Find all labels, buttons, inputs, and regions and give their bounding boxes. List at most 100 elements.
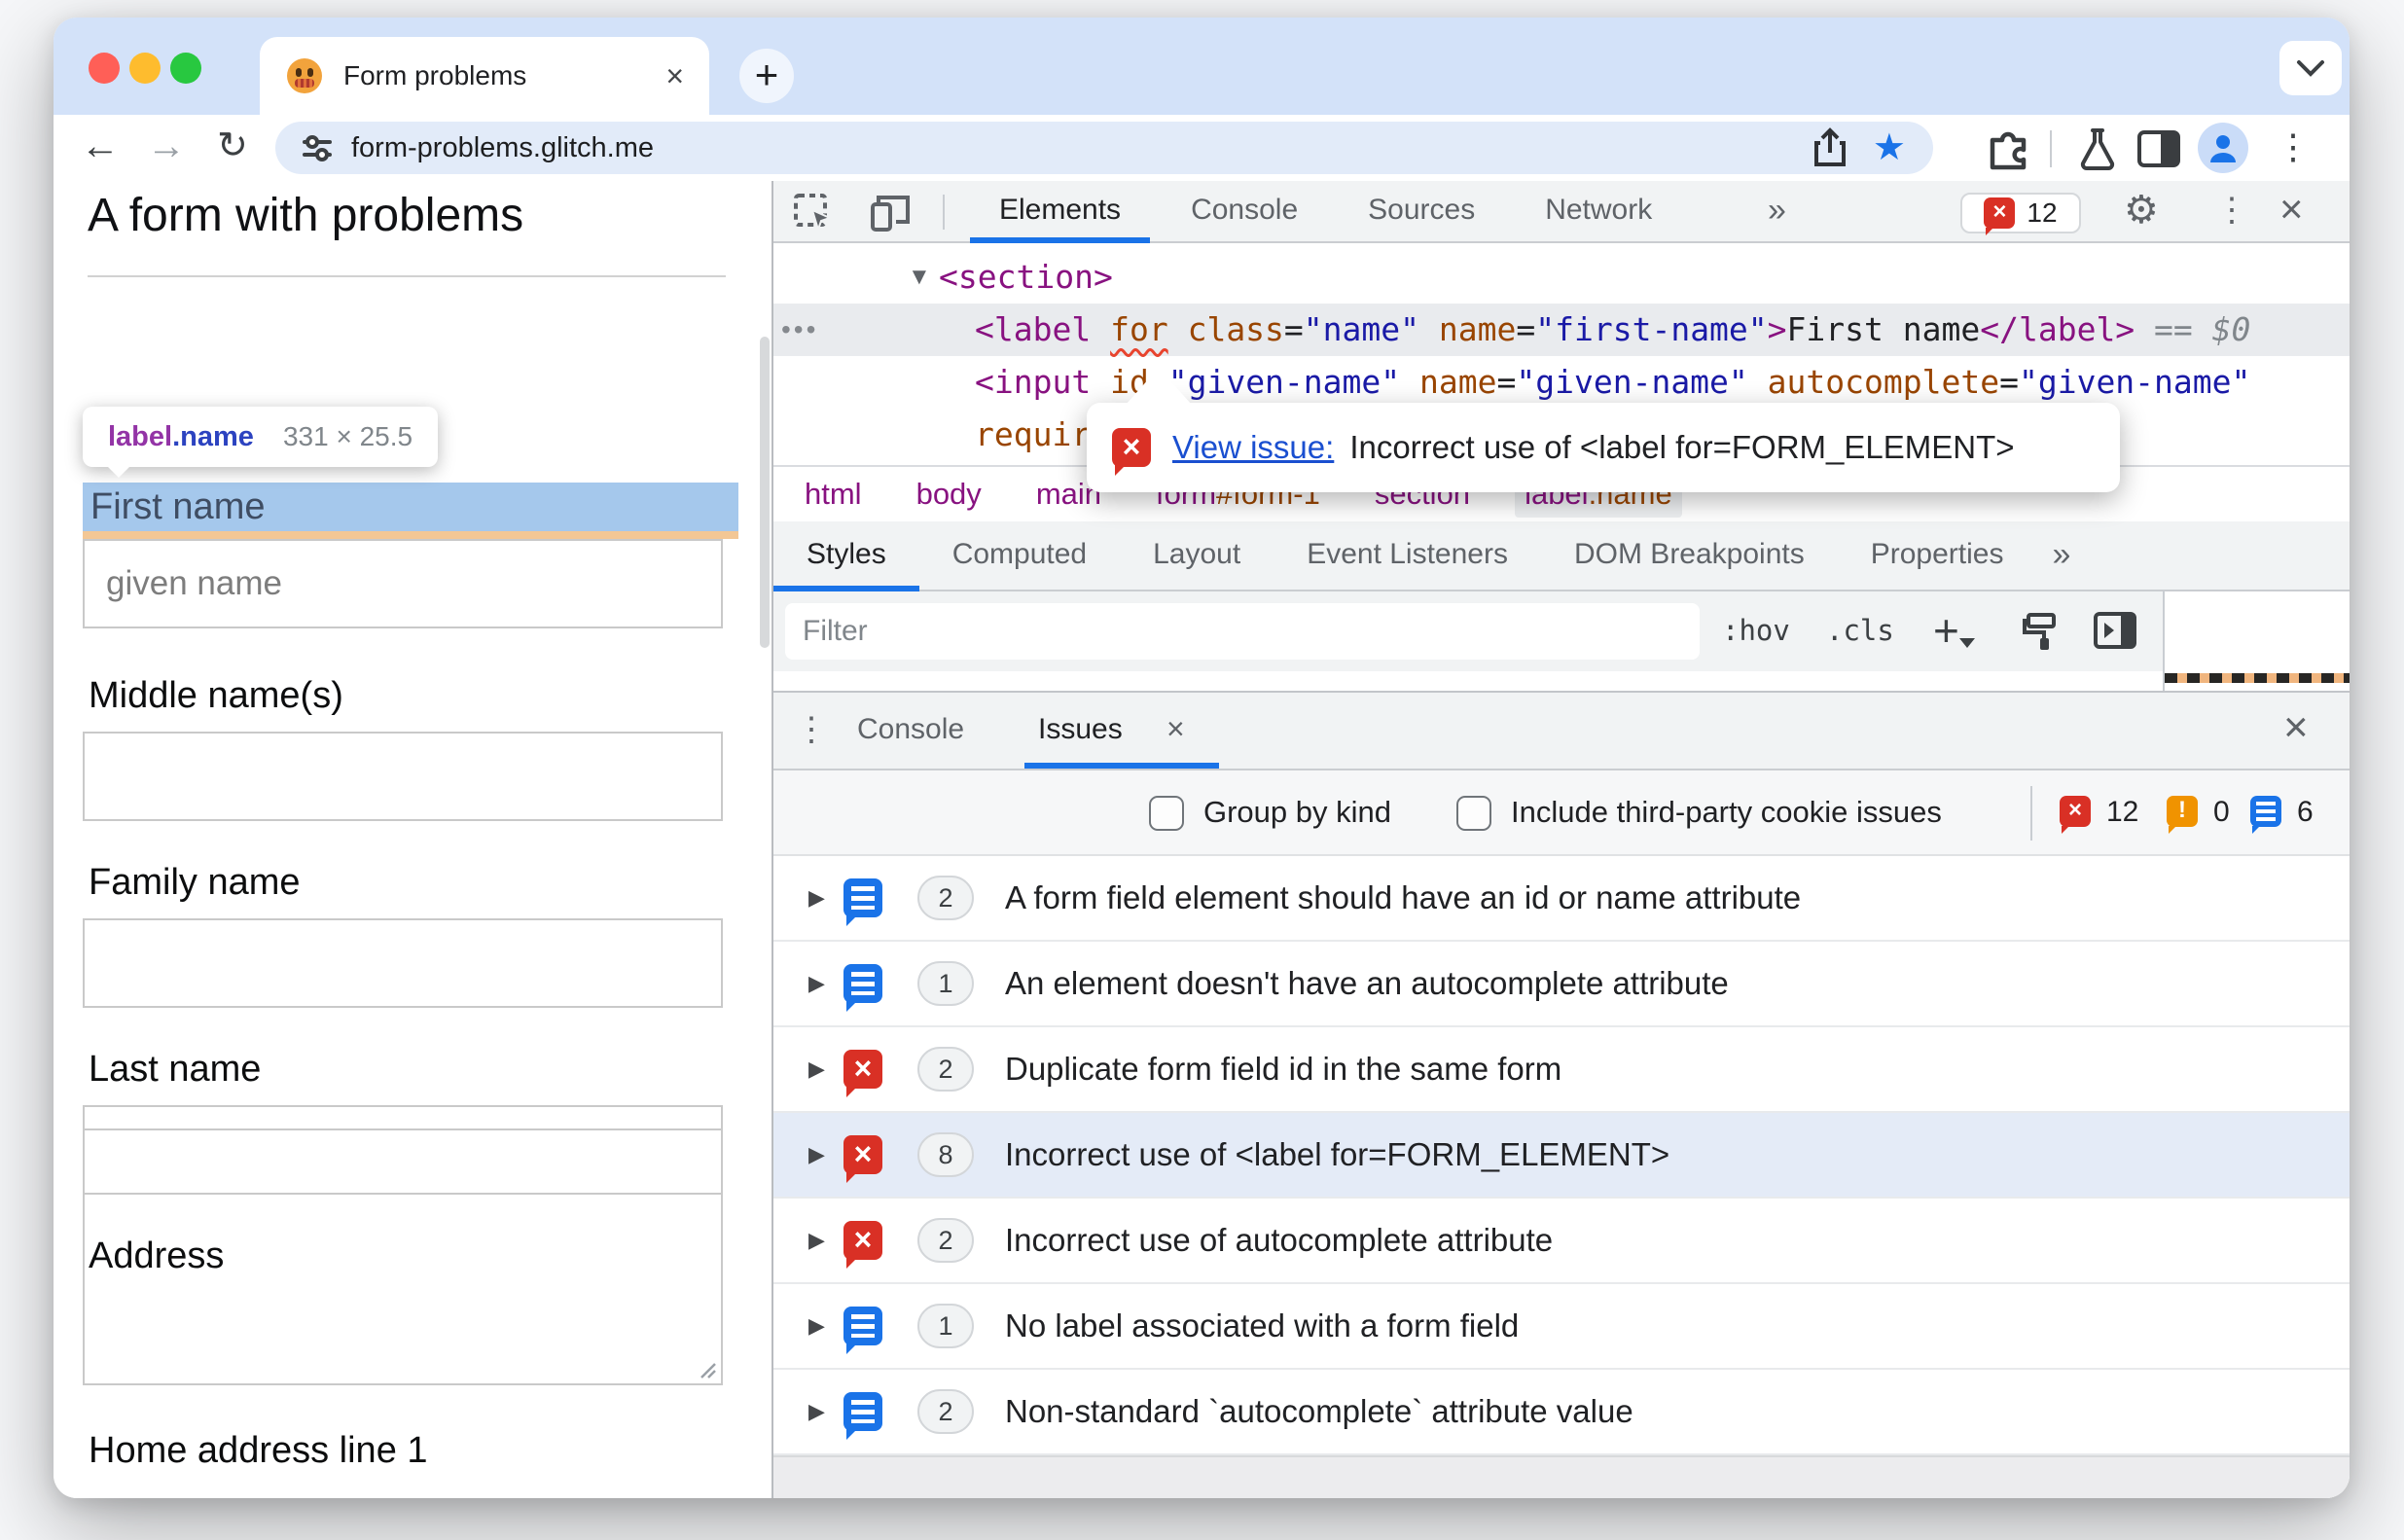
code-token: = [1496, 363, 1517, 401]
tab-close-icon[interactable]: × [665, 37, 684, 115]
expand-triangle-icon[interactable]: ▶ [808, 1057, 838, 1082]
issue-count-badge: 8 [917, 1132, 974, 1177]
issue-text: Incorrect use of <label for=FORM_ELEMENT… [1005, 1136, 1670, 1172]
bookmark-star-icon[interactable]: ★ [1873, 122, 1906, 174]
expand-triangle-icon[interactable]: ▶ [808, 1142, 838, 1167]
issue-count-badge: 1 [917, 1304, 974, 1348]
breadcrumb-item[interactable]: html [795, 471, 872, 518]
reload-button[interactable]: ↻ [217, 115, 248, 181]
resize-handle-icon[interactable] [694, 1356, 717, 1379]
expand-triangle-icon[interactable]: ▶ [808, 1228, 838, 1253]
devtools-settings-gear-icon[interactable]: ⚙ [2124, 181, 2159, 243]
group-by-kind-label: Group by kind [1203, 795, 1391, 829]
more-tabs-chevron[interactable]: » [1748, 181, 1810, 239]
view-issue-text: Incorrect use of <label for=FORM_ELEMENT… [1349, 429, 2015, 465]
page-scrollbar[interactable] [760, 337, 770, 648]
devtools-tab-console[interactable]: Console [1156, 181, 1333, 243]
device-toolbar-icon[interactable] [869, 193, 914, 233]
share-icon[interactable] [1812, 127, 1848, 168]
window-zoom-button[interactable] [170, 53, 201, 84]
drawer-tab-issues[interactable]: Issues [1038, 693, 1123, 769]
sidebar-tab-computed[interactable]: Computed [919, 521, 1120, 590]
expand-arrow-icon[interactable]: ▼ [908, 251, 931, 304]
tab-favicon-icon [287, 58, 322, 93]
sidebar-more-chevron[interactable]: » [2036, 521, 2090, 590]
expand-triangle-icon[interactable]: ▶ [808, 885, 838, 911]
side-panel-icon[interactable] [2137, 130, 2180, 167]
third-party-checkbox[interactable] [1456, 796, 1491, 831]
code-token: <label [975, 310, 1092, 348]
code-line-input[interactable]: <input id="given-name" name="given-name"… [773, 356, 2350, 409]
site-settings-icon[interactable] [301, 131, 334, 164]
issue-row[interactable]: ▶ 2 Non-standard `autocomplete` attribute … [773, 1370, 2350, 1455]
browser-tab[interactable]: Form problems × [260, 37, 709, 115]
devtools-tab-network[interactable]: Network [1510, 181, 1687, 243]
error-count-badge[interactable]: 12 [1960, 193, 2081, 235]
profile-avatar[interactable] [2198, 123, 2248, 173]
code-token: = [1516, 310, 1536, 348]
devtools-menu-kebab-icon[interactable]: ⋮ [2215, 181, 2248, 243]
first-name-input[interactable]: given name [83, 539, 723, 628]
tab-search-chevron-button[interactable] [2279, 41, 2342, 95]
issue-row[interactable]: ▶ 2 A form field element should have an id… [773, 856, 2350, 942]
address-textarea[interactable] [83, 1128, 723, 1385]
issue-row[interactable]: ▶ 2 Incorrect use of autocomplete attribut… [773, 1199, 2350, 1284]
expand-triangle-icon[interactable]: ▶ [808, 1399, 838, 1424]
tooltip-tag: label [108, 421, 173, 452]
devtools-tab-elements[interactable]: Elements [964, 181, 1156, 243]
url-text[interactable]: form-problems.glitch.me [351, 132, 654, 164]
drawer-menu-kebab-icon[interactable]: ⋮ [795, 693, 828, 769]
toolbar-divider [2050, 130, 2052, 167]
toggle-class-button[interactable]: .cls [1826, 591, 1894, 671]
group-by-kind-checkbox[interactable] [1149, 796, 1184, 831]
issue-row[interactable]: ▶ 8 Incorrect use of <label for=FORM_ELEME… [773, 1113, 2350, 1199]
middle-name-input[interactable] [83, 732, 723, 821]
issue-row[interactable]: ▶ 1 No label associated with a form field [773, 1284, 2350, 1370]
experiments-flask-icon[interactable] [2075, 126, 2120, 171]
forward-button[interactable]: → [147, 115, 186, 181]
sidebar-tab-event-listeners[interactable]: Event Listeners [1274, 521, 1541, 590]
window-minimize-button[interactable] [129, 53, 161, 84]
new-style-rule-button[interactable]: + [1933, 591, 1975, 671]
drawer-tab-console[interactable]: Console [857, 693, 964, 769]
breadcrumb-token: body [915, 477, 982, 511]
view-issue-link[interactable]: View issue: [1172, 429, 1334, 466]
code-token: <section> [939, 258, 1113, 296]
new-tab-button[interactable]: + [739, 49, 794, 103]
issue-error-icon [843, 1221, 882, 1269]
sidebar-tab-styles[interactable]: Styles [773, 521, 919, 591]
sidebar-tab-layout[interactable]: Layout [1120, 521, 1274, 590]
expand-triangle-icon[interactable]: ▶ [808, 971, 838, 996]
issue-row[interactable]: ▶ 2 Duplicate form field id in the same fo… [773, 1027, 2350, 1113]
back-button[interactable]: ← [81, 115, 120, 181]
code-token: for [1110, 310, 1168, 348]
tooltip-dimensions: 331 × 25.5 [282, 421, 413, 451]
devtools-close-icon[interactable]: × [2279, 181, 2304, 243]
inspect-element-icon[interactable] [793, 193, 834, 233]
breadcrumb-item[interactable]: body [907, 471, 991, 518]
computed-sidebar-toggle-icon[interactable] [2093, 611, 2137, 650]
sidebar-tab-dom-breakpoints[interactable]: DOM Breakpoints [1541, 521, 1838, 590]
code-line-label-selected[interactable]: ••• <label for class="name" name="first-… [773, 304, 2350, 356]
family-name-input[interactable] [83, 918, 723, 1008]
browser-menu-kebab-icon[interactable]: ⋮ [2276, 115, 2311, 181]
drawer-close-icon[interactable]: × [2283, 693, 2309, 769]
devtools-tab-sources[interactable]: Sources [1333, 181, 1510, 243]
styles-side-pane [2165, 591, 2350, 683]
rendering-brush-icon[interactable] [2021, 611, 2063, 654]
sidebar-tab-properties[interactable]: Properties [1838, 521, 2037, 590]
tooltip-class: .name [172, 421, 254, 452]
issues-tab-close-icon[interactable]: × [1166, 693, 1185, 769]
address-bar[interactable]: form-problems.glitch.me ★ [275, 122, 1933, 174]
code-line-section[interactable]: ▼ <section> [773, 251, 2350, 304]
code-token: </label> [1980, 310, 2135, 348]
overflow-dots[interactable]: ••• [781, 304, 818, 356]
person-icon [2210, 135, 2236, 162]
issue-row[interactable]: ▶ 1 An element doesn't have an autocomplet… [773, 942, 2350, 1027]
toggle-hover-state-button[interactable]: :hov [1722, 591, 1790, 671]
extensions-puzzle-icon[interactable] [1985, 126, 2029, 171]
styles-filter-input[interactable]: Filter [785, 603, 1700, 660]
window-close-button[interactable] [89, 53, 120, 84]
expand-triangle-icon[interactable]: ▶ [808, 1313, 838, 1339]
